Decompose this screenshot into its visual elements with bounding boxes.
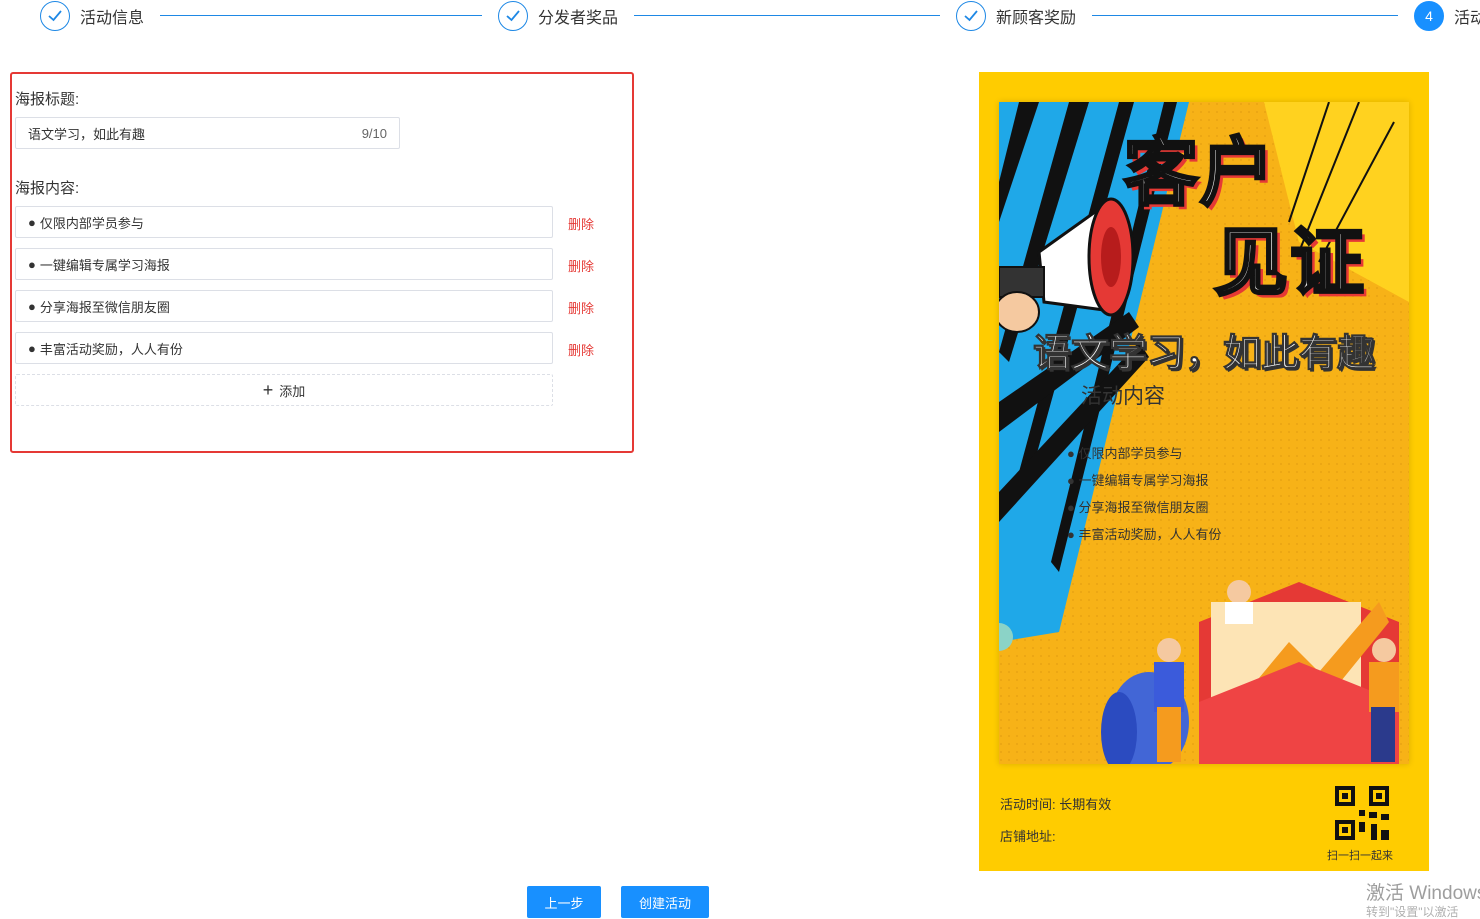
content-item-text: 一键编辑专属学习海报 (39, 257, 170, 273)
create-activity-button[interactable]: 创建活动 (621, 886, 709, 918)
add-content-button[interactable]: + 添加 (15, 374, 553, 406)
step-connector (1092, 15, 1398, 16)
plus-icon: + (262, 380, 274, 400)
step-activity-info[interactable]: 活动信息 (40, 0, 144, 32)
step-label: 活动 (1454, 10, 1480, 27)
content-item-input[interactable]: ● 一键编辑专属学习海报 (15, 248, 553, 280)
step-distributor-prize[interactable]: 分发者奖品 (498, 0, 618, 32)
check-icon (498, 1, 528, 31)
bullet: ● (28, 256, 36, 272)
step-new-customer-reward[interactable]: 新顾客奖励 (956, 0, 1076, 32)
poster-form-panel: 海报标题: 语文学习，如此有趣 9/10 海报内容: ● 仅限内部学员参与 删除… (10, 72, 634, 453)
poster-artwork: 客户 见证 (999, 102, 1409, 764)
content-item-input[interactable]: ● 丰富活动奖励，人人有份 (15, 332, 553, 364)
time-value: 长期有效 (1059, 797, 1112, 812)
step-number: 4 (1414, 1, 1444, 31)
poster-preview: 客户 见证 语文学习，如此有趣 活动内容 ● 仅限内部学员参与 ● 一键编辑专属… (979, 72, 1429, 871)
content-item-text: 丰富活动奖励，人人有份 (39, 341, 183, 357)
delete-button[interactable]: 删除 (568, 256, 594, 275)
char-count: 9/10 (361, 125, 387, 141)
poster-content-item: ● 一键编辑专属学习海报 (1067, 473, 1209, 488)
step-label: 活动信息 (80, 10, 145, 27)
poster-subtitle: 活动内容 (1081, 385, 1165, 408)
step-activity-poster[interactable]: 4 活动 (1414, 0, 1480, 32)
poster-content-item: ● 丰富活动奖励，人人有份 (1067, 527, 1222, 542)
windows-activation-watermark: 激活 Windows (1366, 883, 1480, 904)
step-connector (160, 15, 482, 16)
content-item-input[interactable]: ● 仅限内部学员参与 (15, 206, 553, 238)
poster-title-input[interactable]: 语文学习，如此有趣 9/10 (15, 117, 400, 149)
check-icon (40, 1, 70, 31)
poster-title-value: 语文学习，如此有趣 (28, 126, 146, 142)
delete-button[interactable]: 删除 (568, 214, 594, 233)
poster-content-item: ● 分享海报至微信朋友圈 (1067, 500, 1209, 515)
poster-heading-line2: 见证 (1213, 221, 1366, 304)
content-item-text: 分享海报至微信朋友圈 (39, 299, 170, 315)
poster-store-address: 店铺地址: (1000, 826, 1056, 845)
poster-content-item: ● 仅限内部学员参与 (1067, 446, 1183, 461)
qr-caption: 扫一扫一起来 (1327, 850, 1393, 862)
prev-step-button[interactable]: 上一步 (527, 886, 601, 918)
poster-content-label: 海报内容: (15, 180, 80, 197)
windows-activation-hint: 转到"设置"以激活 (1366, 905, 1459, 919)
poster-activity-time: 活动时间: 长期有效 (1000, 794, 1111, 813)
step-label: 新顾客奖励 (996, 10, 1077, 27)
delete-button[interactable]: 删除 (568, 298, 594, 317)
step-connector (634, 15, 940, 16)
address-label: 店铺地址: (1000, 829, 1056, 844)
bullet: ● (28, 214, 36, 230)
steps-bar: 活动信息 分发者奖品 新顾客奖励 4 活动 (0, 0, 1480, 40)
poster-title-label: 海报标题: (15, 91, 80, 108)
bullet: ● (28, 298, 36, 314)
poster-heading-line1: 客户 (1123, 131, 1276, 214)
check-icon (956, 1, 986, 31)
bullet: ● (28, 340, 36, 356)
step-label: 分发者奖品 (538, 10, 619, 27)
delete-button[interactable]: 删除 (568, 340, 594, 359)
content-item-input[interactable]: ● 分享海报至微信朋友圈 (15, 290, 553, 322)
poster-title-text: 语文学习，如此有趣 (1032, 333, 1375, 376)
add-label: 添加 (279, 383, 306, 399)
time-label: 活动时间: (1000, 797, 1056, 812)
content-item-text: 仅限内部学员参与 (39, 215, 144, 231)
qr-code-icon (1335, 786, 1389, 840)
